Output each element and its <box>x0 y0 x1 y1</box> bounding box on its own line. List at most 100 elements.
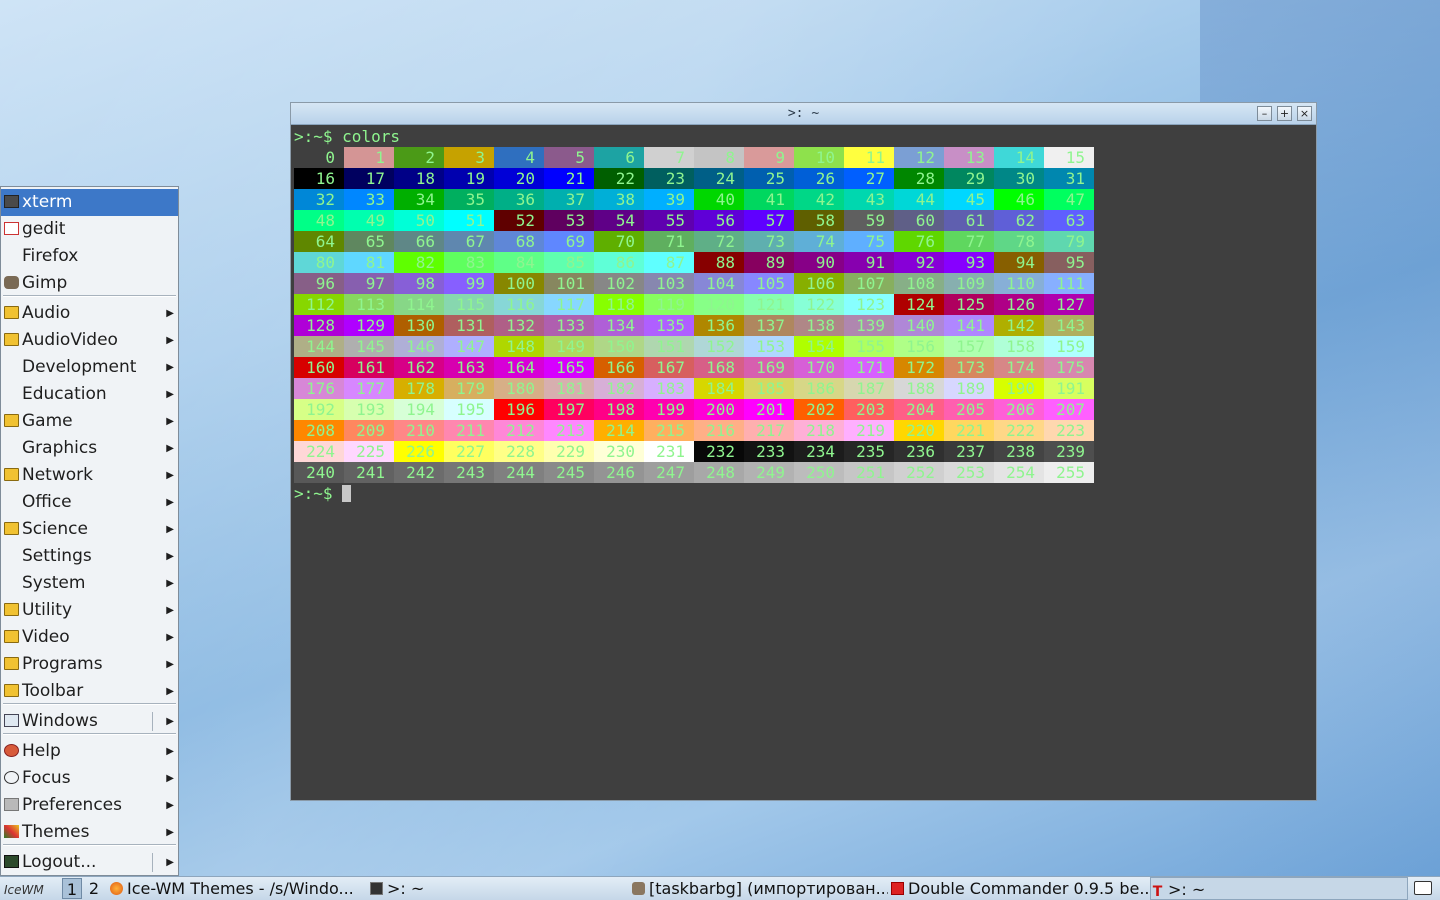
color-cell: 231 <box>644 441 694 462</box>
tray-area[interactable] <box>1414 877 1438 900</box>
menu-item-firefox[interactable]: Firefox <box>1 243 178 270</box>
menu-item-logout[interactable]: Logout... ▶ <box>1 849 178 876</box>
color-cell: 45 <box>944 189 994 210</box>
menu-item-xterm[interactable]: xterm <box>1 189 178 216</box>
menu-item-windows[interactable]: Windows ▶ <box>1 708 178 735</box>
color-cell: 131 <box>444 315 494 336</box>
preferences-icon <box>4 798 19 811</box>
folder-icon <box>4 603 19 616</box>
color-cell: 111 <box>1044 273 1094 294</box>
folder-icon <box>4 414 19 427</box>
terminal-window[interactable]: >: ~ – + × >:~$ colors 0 1 2 3 4 5 6 7 8 9 10 11 12 1… <box>290 102 1317 801</box>
color-cell: 210 <box>394 420 444 441</box>
task-terminal[interactable]: >: ~ <box>370 877 430 900</box>
color-cell: 180 <box>494 378 544 399</box>
color-cell: 147 <box>444 336 494 357</box>
color-cell: 138 <box>794 315 844 336</box>
task-firefox[interactable]: Ice-WM Themes - /s/Windo... <box>110 877 364 900</box>
color-cell: 154 <box>794 336 844 357</box>
maximize-button[interactable]: + <box>1277 106 1292 121</box>
menu-item-audio[interactable]: Audio ▶ <box>1 300 178 327</box>
color-cell: 56 <box>694 210 744 231</box>
menu-item-network[interactable]: Network ▶ <box>1 462 178 489</box>
terminal-titlebar[interactable]: >: ~ – + × <box>291 103 1316 125</box>
color-cell: 181 <box>544 378 594 399</box>
folder-icon <box>4 657 19 670</box>
color-cell: 49 <box>344 210 394 231</box>
menu-item-focus[interactable]: Focus ▶ <box>1 765 178 792</box>
close-button[interactable]: × <box>1297 106 1312 121</box>
color-cell: 105 <box>744 273 794 294</box>
color-cell: 46 <box>994 189 1044 210</box>
menu-item-science[interactable]: Science ▶ <box>1 516 178 543</box>
submenu-arrow-icon: ▶ <box>166 470 174 481</box>
themes-icon <box>4 825 19 838</box>
color-cell: 122 <box>794 294 844 315</box>
color-cell: 135 <box>644 315 694 336</box>
menu-item-settings[interactable]: Settings ▶ <box>1 543 178 570</box>
color-cell: 3 <box>444 147 494 168</box>
color-cell: 163 <box>444 357 494 378</box>
color-cell: 68 <box>494 231 544 252</box>
color-cell: 169 <box>744 357 794 378</box>
menu-item-game[interactable]: Game ▶ <box>1 408 178 435</box>
task-xterm[interactable]: T >: ~ <box>1150 877 1408 900</box>
color-cell: 97 <box>344 273 394 294</box>
color-cell: 8 <box>694 147 744 168</box>
color-cell: 159 <box>1044 336 1094 357</box>
menu-item-themes[interactable]: Themes ▶ <box>1 819 178 846</box>
color-cell: 225 <box>344 441 394 462</box>
menu-item-development[interactable]: Development ▶ <box>1 354 178 381</box>
menu-item-graphics[interactable]: Graphics ▶ <box>1 435 178 462</box>
color-cell: 61 <box>944 210 994 231</box>
color-cell: 82 <box>394 252 444 273</box>
color-cell: 126 <box>994 294 1044 315</box>
color-cell: 186 <box>794 378 844 399</box>
submenu-arrow-icon: ▶ <box>166 605 174 616</box>
menu-item-utility[interactable]: Utility ▶ <box>1 597 178 624</box>
menu-item-office[interactable]: Office ▶ <box>1 489 178 516</box>
menu-item-gimp[interactable]: Gimp <box>1 270 178 297</box>
terminal-content[interactable]: >:~$ colors 0 1 2 3 4 5 6 7 8 9 10 11 12 13 14 15 16 17 18… <box>294 126 1313 797</box>
color-cell: 41 <box>744 189 794 210</box>
menu-item-label: Help <box>22 741 61 761</box>
menu-item-help[interactable]: Help ▶ <box>1 738 178 765</box>
color-cell: 184 <box>694 378 744 399</box>
color-cell: 71 <box>644 231 694 252</box>
menu-item-gedit[interactable]: gedit <box>1 216 178 243</box>
color-cell: 32 <box>294 189 344 210</box>
menu-item-system[interactable]: System ▶ <box>1 570 178 597</box>
menu-item-label: Windows <box>22 711 98 731</box>
color-cell: 123 <box>844 294 894 315</box>
folder-icon <box>4 684 19 697</box>
menu-item-education[interactable]: Education ▶ <box>1 381 178 408</box>
task-gimp[interactable]: [taskbarbg] (импортирован... <box>632 877 888 900</box>
color-cell: 211 <box>444 420 494 441</box>
workspace-1[interactable]: 1 <box>62 878 82 899</box>
color-cell: 24 <box>694 168 744 189</box>
submenu-arrow-icon: ▶ <box>166 632 174 643</box>
menu-item-label: Video <box>22 627 70 647</box>
minimize-button[interactable]: – <box>1257 106 1272 121</box>
color-cell: 64 <box>294 231 344 252</box>
color-cell: 185 <box>744 378 794 399</box>
menu-item-toolbar[interactable]: Toolbar ▶ <box>1 678 178 705</box>
menu-item-programs[interactable]: Programs ▶ <box>1 651 178 678</box>
color-cell: 197 <box>544 399 594 420</box>
task-doublecmd[interactable]: Double Commander 0.9.5 be... <box>891 877 1149 900</box>
color-cell: 89 <box>744 252 794 273</box>
color-cell: 120 <box>694 294 744 315</box>
color-cell: 232 <box>694 441 744 462</box>
menu-item-label: Graphics <box>22 438 98 458</box>
color-cell: 93 <box>944 252 994 273</box>
menu-item-preferences[interactable]: Preferences ▶ <box>1 792 178 819</box>
workspace-2[interactable]: 2 <box>84 878 104 899</box>
menu-item-audiovideo[interactable]: AudioVideo ▶ <box>1 327 178 354</box>
folder-icon <box>4 333 19 346</box>
start-button[interactable]: IceWM <box>0 877 58 900</box>
menu-item-video[interactable]: Video ▶ <box>1 624 178 651</box>
color-cell: 9 <box>744 147 794 168</box>
color-cell: 96 <box>294 273 344 294</box>
submenu-arrow-icon: ▶ <box>166 857 174 868</box>
color-cell: 194 <box>394 399 444 420</box>
